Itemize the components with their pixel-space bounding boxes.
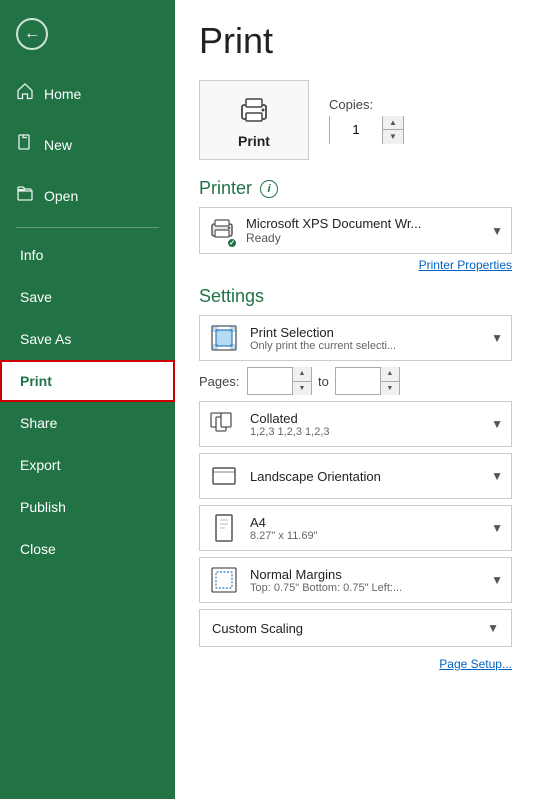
printer-properties-link[interactable]: Printer Properties — [199, 258, 512, 272]
orientation-icon — [208, 460, 240, 492]
sidebar-item-open[interactable]: Open — [0, 170, 175, 221]
sidebar-item-home[interactable]: Home — [0, 68, 175, 119]
copies-label: Copies: — [329, 97, 373, 112]
orientation-main: Landscape Orientation — [250, 469, 491, 484]
back-button[interactable]: ← — [0, 0, 175, 68]
margins-icon — [208, 564, 240, 596]
sidebar-item-share[interactable]: Share — [0, 402, 175, 444]
home-icon — [16, 82, 34, 105]
printer-ready-badge — [226, 237, 238, 249]
settings-section-title: Settings — [199, 286, 264, 307]
sidebar-item-new[interactable]: New — [0, 119, 175, 170]
print-selection-icon — [208, 322, 240, 354]
printer-name: Microsoft XPS Document Wr... — [246, 216, 491, 231]
pages-row: Pages: ▲ ▼ to ▲ ▼ — [199, 367, 512, 395]
settings-section-header: Settings — [199, 286, 512, 307]
pages-to-label: to — [318, 374, 329, 389]
printer-icon-area — [208, 214, 236, 247]
print-action-area: Print Copies: ▲ ▼ — [199, 80, 512, 160]
scaling-arrow: ▼ — [487, 621, 499, 635]
pages-label: Pages: — [199, 374, 241, 389]
sidebar-item-info[interactable]: Info — [0, 234, 175, 276]
pages-from-arrows: ▲ ▼ — [292, 367, 311, 395]
print-what-arrow: ▼ — [491, 331, 503, 345]
sidebar-item-print[interactable]: Print — [0, 360, 175, 402]
sidebar-divider — [16, 227, 159, 228]
sidebar-item-new-label: New — [44, 137, 72, 153]
pages-from-up[interactable]: ▲ — [293, 367, 311, 382]
printer-info-icon[interactable]: i — [260, 180, 278, 198]
page-setup-link[interactable]: Page Setup... — [199, 657, 512, 671]
new-icon — [16, 133, 34, 156]
margins-text: Normal Margins Top: 0.75" Bottom: 0.75" … — [250, 567, 491, 594]
pages-to-input[interactable] — [336, 368, 380, 394]
paper-arrow: ▼ — [491, 521, 503, 535]
printer-dropdown[interactable]: Microsoft XPS Document Wr... Ready ▼ — [199, 207, 512, 254]
copies-down-arrow[interactable]: ▼ — [383, 130, 403, 144]
sidebar-item-save[interactable]: Save — [0, 276, 175, 318]
margins-arrow: ▼ — [491, 573, 503, 587]
printer-dropdown-arrow: ▼ — [491, 224, 503, 238]
copies-area: Copies: ▲ ▼ — [329, 97, 404, 144]
sidebar-item-open-label: Open — [44, 188, 78, 204]
scaling-text: Custom Scaling — [212, 621, 487, 636]
copies-spinner: ▲ ▼ — [329, 116, 404, 144]
printer-status: Ready — [246, 231, 491, 245]
paper-text: A4 8.27" x 11.69" — [250, 515, 491, 542]
pages-to-up[interactable]: ▲ — [381, 367, 399, 382]
margins-dropdown[interactable]: Normal Margins Top: 0.75" Bottom: 0.75" … — [199, 557, 512, 603]
back-circle: ← — [16, 18, 48, 50]
copies-arrows: ▲ ▼ — [382, 116, 403, 144]
margins-main: Normal Margins — [250, 567, 491, 582]
pages-from-down[interactable]: ▼ — [293, 382, 311, 396]
pages-from-input-box: ▲ ▼ — [247, 367, 312, 395]
collated-main: Collated — [250, 411, 491, 426]
print-what-text: Print Selection Only print the current s… — [250, 325, 491, 352]
sidebar-item-home-label: Home — [44, 86, 81, 102]
print-what-main: Print Selection — [250, 325, 491, 340]
collated-dropdown[interactable]: Collated 1,2,3 1,2,3 1,2,3 ▼ — [199, 401, 512, 447]
settings-section: Print Selection Only print the current s… — [199, 315, 512, 647]
printer-section-header: Printer i — [199, 178, 512, 199]
orientation-dropdown[interactable]: Landscape Orientation ▼ — [199, 453, 512, 499]
back-arrow-icon: ← — [24, 26, 40, 42]
page-title: Print — [199, 20, 512, 62]
paper-main: A4 — [250, 515, 491, 530]
sidebar-item-saveas[interactable]: Save As — [0, 318, 175, 360]
print-what-sub: Only print the current selecti... — [250, 340, 491, 352]
print-button[interactable]: Print — [199, 80, 309, 160]
margins-sub: Top: 0.75" Bottom: 0.75" Left:... — [250, 582, 491, 594]
sidebar-item-close[interactable]: Close — [0, 528, 175, 570]
collated-text: Collated 1,2,3 1,2,3 1,2,3 — [250, 411, 491, 438]
paper-icon — [208, 512, 240, 544]
main-content: Print Print Copies: ▲ ▼ Printer — [175, 0, 536, 799]
collated-arrow: ▼ — [491, 417, 503, 431]
sidebar-item-publish[interactable]: Publish — [0, 486, 175, 528]
sidebar: ← Home New Open — [0, 0, 175, 799]
printer-section-title: Printer — [199, 178, 252, 199]
print-btn-label: Print — [238, 133, 270, 149]
pages-to-input-box: ▲ ▼ — [335, 367, 400, 395]
pages-to-down[interactable]: ▼ — [381, 382, 399, 396]
copies-up-arrow[interactable]: ▲ — [383, 116, 403, 131]
paper-dropdown[interactable]: A4 8.27" x 11.69" ▼ — [199, 505, 512, 551]
copies-input[interactable] — [330, 116, 382, 144]
collated-sub: 1,2,3 1,2,3 1,2,3 — [250, 426, 491, 438]
sidebar-item-export[interactable]: Export — [0, 444, 175, 486]
pages-from-input[interactable] — [248, 368, 292, 394]
open-icon — [16, 184, 34, 207]
orientation-text: Landscape Orientation — [250, 469, 491, 484]
paper-sub: 8.27" x 11.69" — [250, 530, 491, 542]
orientation-arrow: ▼ — [491, 469, 503, 483]
pages-to-arrows: ▲ ▼ — [380, 367, 399, 395]
print-what-dropdown[interactable]: Print Selection Only print the current s… — [199, 315, 512, 361]
printer-info: Microsoft XPS Document Wr... Ready — [246, 216, 491, 245]
printer-icon — [236, 91, 272, 127]
collated-icon — [208, 408, 240, 440]
scaling-dropdown[interactable]: Custom Scaling ▼ — [199, 609, 512, 647]
